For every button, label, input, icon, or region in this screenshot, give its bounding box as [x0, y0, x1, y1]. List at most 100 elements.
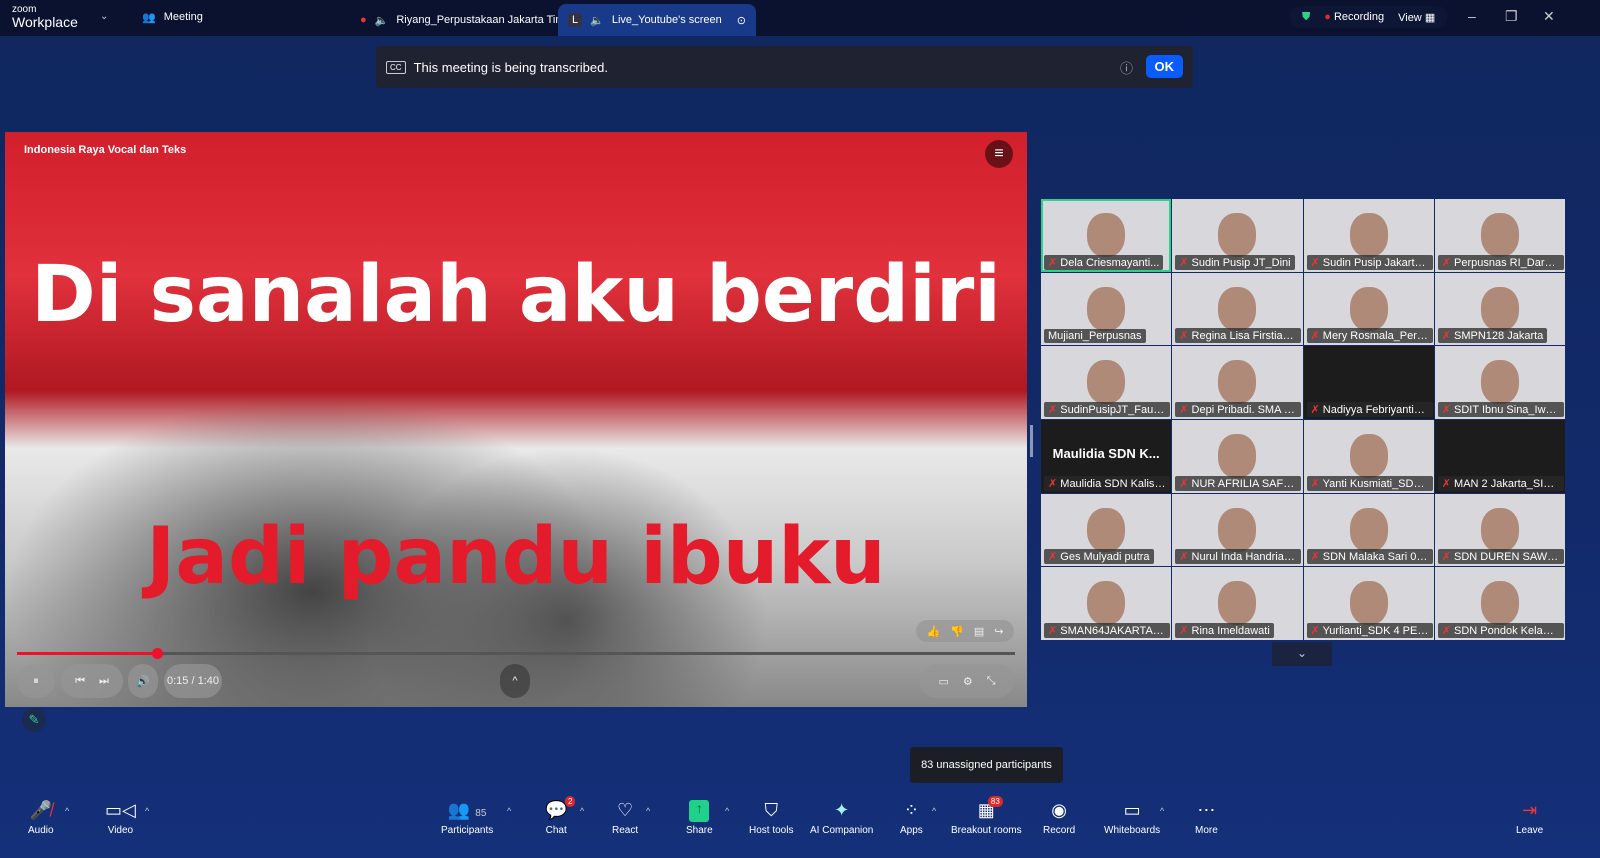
whiteboards-button[interactable]: ▭ Whiteboards	[1104, 800, 1160, 836]
share-button[interactable]: ↑ Share	[686, 800, 713, 836]
participant-tile[interactable]: ✗ Sudin Pusip JT_Dini	[1172, 199, 1303, 272]
restore-icon[interactable]: ❐	[1505, 8, 1518, 25]
heart-icon: ♡	[616, 800, 634, 820]
participants-caret[interactable]: ^	[507, 806, 511, 816]
gear-icon[interactable]: ⚙	[963, 675, 973, 688]
leave-button[interactable]: ⇥ Leave	[1516, 800, 1543, 836]
participant-tile[interactable]: ✗ Yurlianti_SDK 4 PENA...	[1303, 567, 1434, 640]
participant-tile[interactable]: ✗ Yanti Kusmiati_SDN K...	[1303, 419, 1434, 493]
participant-tile[interactable]: ✗ NUR AFRILIA SAFITRI_...	[1172, 419, 1303, 493]
mic-muted-icon: ✗	[1310, 624, 1323, 637]
mic-muted-icon: ✗	[1310, 477, 1323, 490]
participant-tile[interactable]: ✗ Perpusnas RI_Darwan...	[1434, 199, 1565, 272]
ok-button[interactable]: OK	[1145, 55, 1183, 78]
participant-tile[interactable]: ✗ SDN Malaka Sari 04_...	[1303, 493, 1434, 567]
mic-muted-icon: ✗	[1310, 551, 1323, 564]
pause-button[interactable]: ⏸	[17, 664, 55, 698]
video-actions[interactable]: 👍 👎 ▤ ↪	[916, 620, 1014, 642]
host-tools-button[interactable]: ⛉ Host tools	[749, 800, 793, 836]
react-caret[interactable]: ^	[646, 806, 650, 816]
captions-icon[interactable]: ▭	[938, 675, 948, 688]
chevron-down-icon[interactable]: ⌄	[1272, 642, 1332, 666]
participant-name-label: ✗ SMAN64JAKARTA_Me...	[1044, 622, 1170, 638]
mic-muted-icon: ✗	[1441, 624, 1455, 637]
audio-button[interactable]: 🎤̸ Audio	[28, 800, 54, 836]
participant-tile[interactable]: ✗ SudinPusipJT_Fauziah	[1041, 346, 1172, 419]
shield-icon: ⛊	[1302, 10, 1311, 23]
chat-button[interactable]: 💬 2 Chat	[545, 796, 576, 836]
share-tab-live-youtube[interactable]: L 🔈 Live_Youtube's screen ⊙	[558, 4, 756, 36]
participant-tile[interactable]: ✗ Rina Imeldawati	[1172, 567, 1303, 640]
participant-name-label: ✗ SudinPusipJT_Fauziah	[1044, 401, 1170, 417]
participant-tile[interactable]: ✗ MAN 2 Jakarta_SITI A...	[1434, 419, 1565, 493]
annotate-pencil-icon[interactable]: ✎	[22, 708, 46, 732]
participant-tile[interactable]: ✗ SDIT Ibnu Sina_Iwan n...	[1434, 346, 1565, 419]
chevron-down-icon[interactable]: ⌄	[100, 11, 108, 22]
minimize-icon[interactable]: –	[1468, 8, 1476, 24]
view-button[interactable]: View ▦	[1398, 11, 1435, 24]
participant-placeholder-name: Maulidia SDN K...	[1052, 445, 1160, 461]
audio-options-caret[interactable]: ^	[65, 806, 69, 816]
exit-fullscreen-icon[interactable]: ⤡	[987, 675, 996, 688]
mic-muted-icon: 🎤̸	[29, 800, 52, 820]
whiteboards-caret[interactable]: ^	[1160, 806, 1164, 816]
share-tab-riyang[interactable]: ● 🔈 Riyang_Perpustakaan Jakarta Tim	[350, 4, 575, 36]
apps-caret[interactable]: ^	[932, 806, 936, 816]
ai-companion-button[interactable]: ✦ AI Companion	[810, 800, 873, 836]
participant-tile[interactable]: Mujiani_Perpusnas	[1041, 272, 1172, 346]
info-icon[interactable]: ⓘ	[1120, 58, 1133, 77]
title-bar: zoom Workplace ⌄ 👥 Meeting ● 🔈 Riyang_Perpus…	[0, 0, 1600, 36]
playlist-icon[interactable]: ≡	[985, 140, 1013, 168]
participant-tile[interactable]: ✗ Nurul Inda Handriani...	[1172, 493, 1303, 567]
video-title: Indonesia Raya Vocal dan Teks	[24, 144, 187, 156]
participant-tile[interactable]: ✗ Nadiyya Febriyanti_S...	[1303, 346, 1434, 419]
apps-button[interactable]: ⁘ Apps	[900, 800, 923, 836]
participant-tile[interactable]: ✗ Regina Lisa Firstia_PE...	[1172, 272, 1303, 346]
volume-button[interactable]: 🔊	[128, 664, 158, 698]
more-button[interactable]: ⋯ More	[1195, 800, 1218, 836]
splitter-handle[interactable]	[1030, 425, 1033, 457]
mic-muted-icon: ✗	[1048, 403, 1061, 416]
shared-screen-video[interactable]: Indonesia Raya Vocal dan Teks ≡ Di sanal…	[5, 132, 1027, 707]
participant-video	[1087, 213, 1126, 257]
participant-tile[interactable]: ✗ SDN Pondok Kelapa...	[1434, 567, 1565, 640]
participant-tile[interactable]: ✗ SDN DUREN SAWIT 1...	[1434, 493, 1565, 567]
participant-tile[interactable]: ✗ Depi Pribadi. SMA Pu...	[1172, 346, 1303, 419]
recording-status[interactable]: ⛊ ● Recording View ▦	[1290, 6, 1448, 28]
participant-name-label: ✗ SMPN128 Jakarta	[1437, 328, 1548, 344]
breakout-rooms-button[interactable]: ▦ 83 Breakout rooms	[951, 796, 1022, 836]
participants-icon: 👥 85	[447, 800, 487, 820]
next-icon[interactable]: ⏭	[99, 675, 109, 688]
video-settings-controls[interactable]: ▭ ⚙ ⤡	[920, 664, 1014, 698]
participants-button[interactable]: 👥 85 Participants	[441, 800, 493, 836]
lyric-line-1: Di sanalah aku berdiri	[30, 250, 1002, 340]
participant-tile[interactable]: ✗ Sudin Pusip Jakarta Ti...	[1303, 199, 1434, 272]
participant-name-label: ✗ NUR AFRILIA SAFITRI_...	[1175, 475, 1302, 491]
video-options-caret[interactable]: ^	[145, 806, 149, 816]
breakout-tooltip: 83 unassigned participants	[910, 747, 1063, 783]
participant-tile[interactable]: ✗ SMPN128 Jakarta	[1434, 272, 1565, 346]
participant-video	[1349, 213, 1388, 257]
participant-tile[interactable]: ✗ Mery Rosmala_Perpu...	[1303, 272, 1434, 346]
react-button[interactable]: ♡ React	[612, 800, 638, 836]
previous-icon[interactable]: ⏮	[75, 675, 85, 688]
participant-tile[interactable]: ✗ Ges Mulyadi putra	[1041, 493, 1172, 567]
avatar: L	[568, 13, 583, 27]
mic-muted-icon: ✗	[1441, 477, 1455, 490]
chat-caret[interactable]: ^	[580, 806, 584, 816]
skip-controls[interactable]: ⏮ ⏭	[61, 664, 123, 698]
record-button[interactable]: ◉ Record	[1043, 800, 1075, 836]
mic-muted-icon: ✗	[1179, 551, 1192, 564]
close-icon[interactable]: ✕	[1543, 8, 1555, 25]
more-icon[interactable]: ⊙	[737, 14, 746, 27]
video-button[interactable]: ▭◁ Video	[105, 800, 136, 836]
participant-tile[interactable]: Maulidia SDN K... ✗ Maulidia SDN Kalisari…	[1041, 419, 1172, 493]
expand-up-button[interactable]: ^	[500, 664, 530, 698]
video-progress-bar[interactable]	[17, 648, 1015, 659]
transcription-banner: CC This meeting is being transcribed. ⓘ …	[376, 46, 1193, 88]
meeting-tab[interactable]: 👥 Meeting	[142, 11, 203, 24]
share-caret[interactable]: ^	[725, 806, 729, 816]
participant-tile[interactable]: ✗ Dela Criesmayanti...	[1041, 199, 1172, 272]
participant-tile[interactable]: ✗ SMAN64JAKARTA_Me...	[1041, 567, 1172, 640]
progress-knob[interactable]	[151, 648, 163, 659]
